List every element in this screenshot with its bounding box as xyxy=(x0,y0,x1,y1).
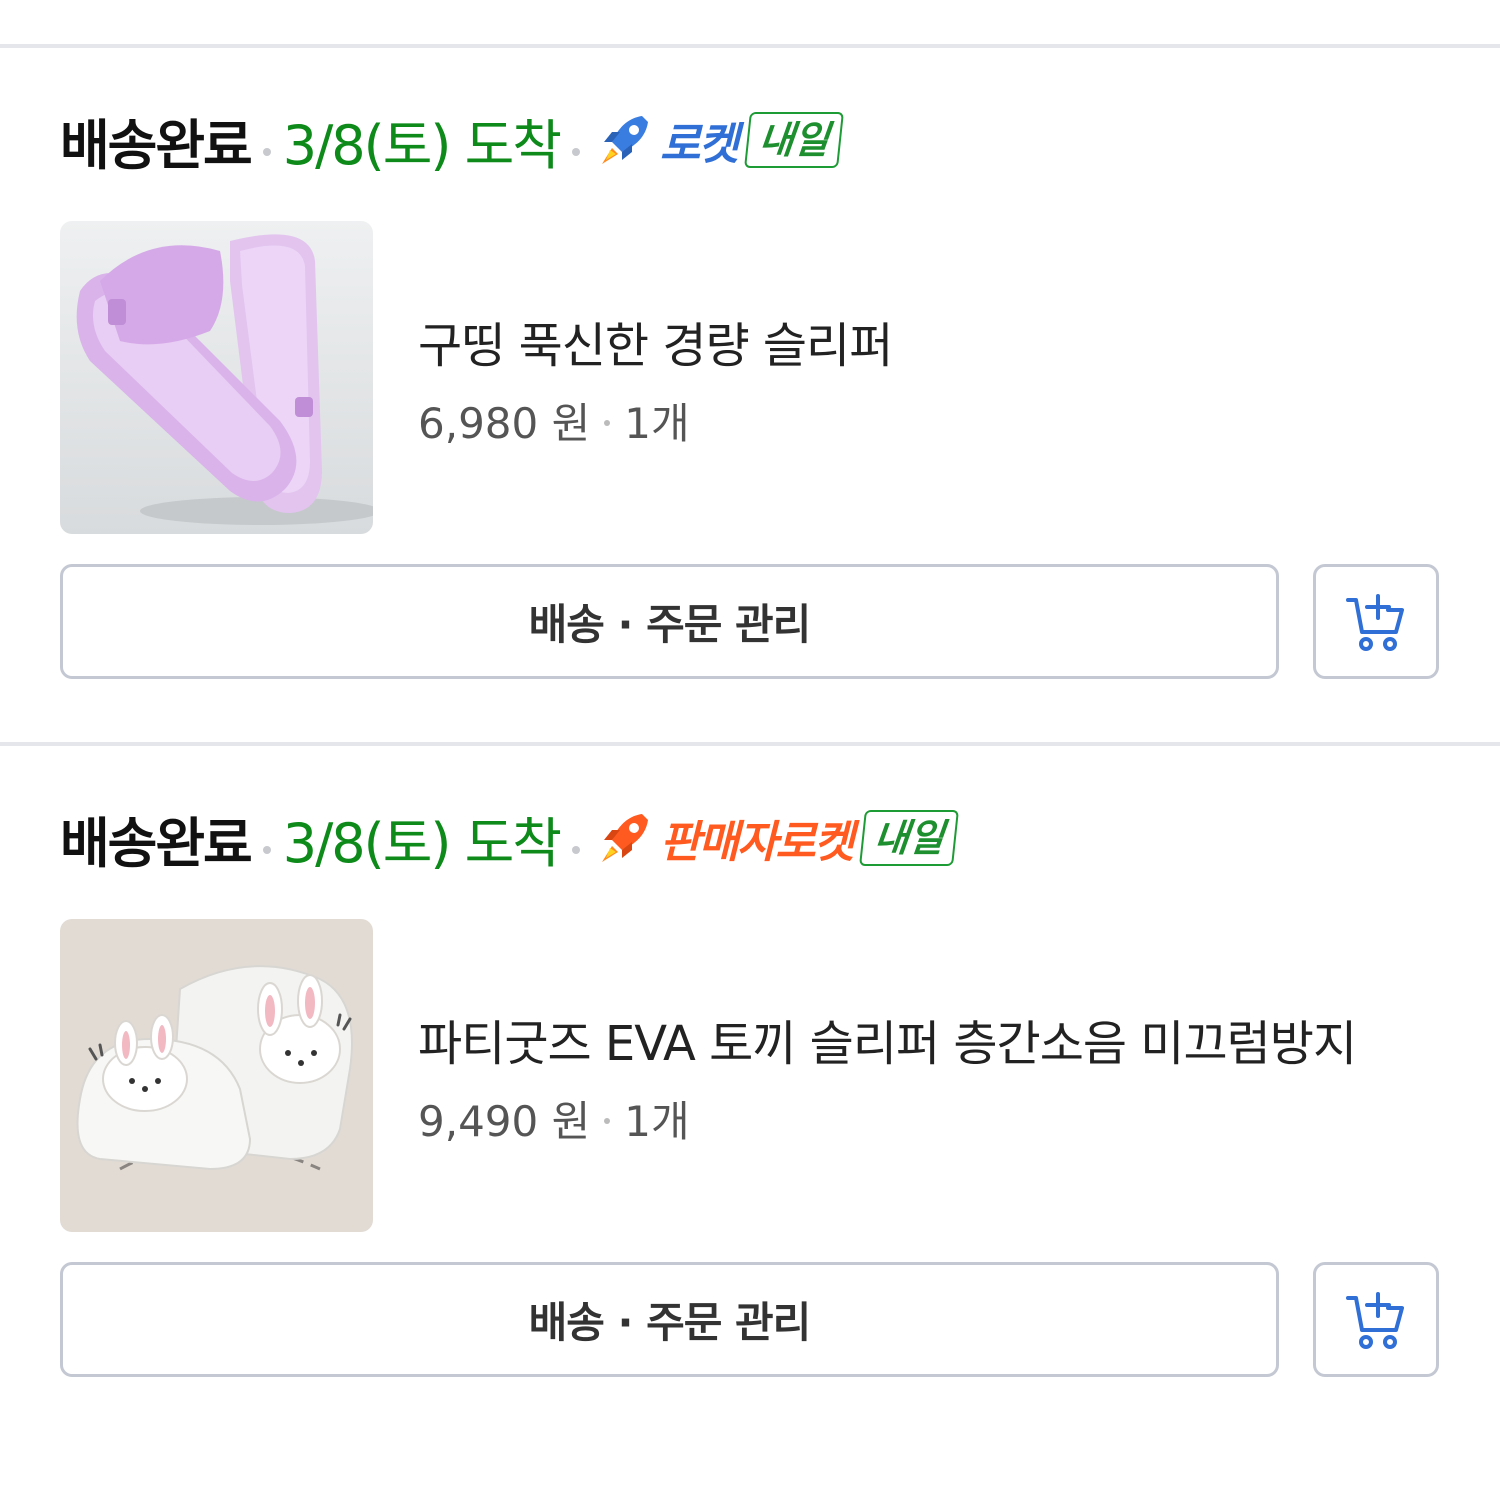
separator-dot xyxy=(604,1117,611,1124)
section-divider xyxy=(0,44,1500,48)
order-card: 배송완료 3/8(토) 도착 판매자로켓 내일 파티굿즈 EVA 토끼 슬리퍼 … xyxy=(0,798,1500,1438)
add-to-cart-button[interactable] xyxy=(1313,1262,1439,1377)
separator-dot xyxy=(604,419,611,426)
seller-rocket-delivery-label: 판매자로켓 xyxy=(659,817,854,868)
product-price: 6,980 원 xyxy=(418,399,591,448)
manage-order-button[interactable]: 배송 · 주문 관리 xyxy=(60,1262,1279,1377)
separator-dot xyxy=(262,846,271,854)
product-name[interactable]: 파티굿즈 EVA 토끼 슬리퍼 층간소음 미끄럼방지 xyxy=(418,1004,1408,1074)
arrival-date: 3/8(토) 도착 xyxy=(282,113,562,177)
order-header: 배송완료 3/8(토) 도착 로켓 내일 xyxy=(60,100,844,180)
rocket-icon xyxy=(601,116,648,164)
add-to-cart-button[interactable] xyxy=(1313,564,1439,679)
delivery-status: 배송완료 xyxy=(60,811,253,875)
price-row: 9,490 원 1개 xyxy=(418,1088,690,1149)
separator-dot xyxy=(262,148,271,156)
rocket-delivery-label: 로켓 xyxy=(659,119,739,170)
product-thumbnail[interactable] xyxy=(60,919,373,1232)
pink-slide-slippers-photo xyxy=(60,221,373,534)
product-name[interactable]: 구띵 푹신한 경량 슬리퍼 xyxy=(418,306,1408,376)
tomorrow-badge: 내일 xyxy=(859,810,960,866)
rocket-icon xyxy=(601,814,648,862)
order-card: 배송완료 3/8(토) 도착 로켓 내일 구띵 푹신한 경량 슬리퍼 6,980… xyxy=(0,100,1500,740)
separator-dot xyxy=(571,148,580,156)
delivery-status: 배송완료 xyxy=(60,113,253,177)
product-quantity: 1개 xyxy=(624,1097,690,1146)
tomorrow-badge: 내일 xyxy=(744,112,844,168)
add-to-cart-icon xyxy=(1346,593,1404,651)
arrival-date: 3/8(토) 도착 xyxy=(282,811,562,875)
product-price: 9,490 원 xyxy=(418,1097,591,1146)
add-to-cart-icon xyxy=(1346,1291,1404,1349)
separator-dot xyxy=(571,846,580,854)
price-row: 6,980 원 1개 xyxy=(418,390,690,451)
product-quantity: 1개 xyxy=(624,399,690,448)
product-thumbnail[interactable] xyxy=(60,221,373,534)
white-bunny-slippers-photo xyxy=(60,919,373,1232)
manage-order-button[interactable]: 배송 · 주문 관리 xyxy=(60,564,1279,679)
section-divider xyxy=(0,742,1500,746)
order-list: 배송완료 3/8(토) 도착 로켓 내일 구띵 푹신한 경량 슬리퍼 6,980… xyxy=(0,0,1500,1500)
order-header: 배송완료 3/8(토) 도착 판매자로켓 내일 xyxy=(60,798,960,878)
